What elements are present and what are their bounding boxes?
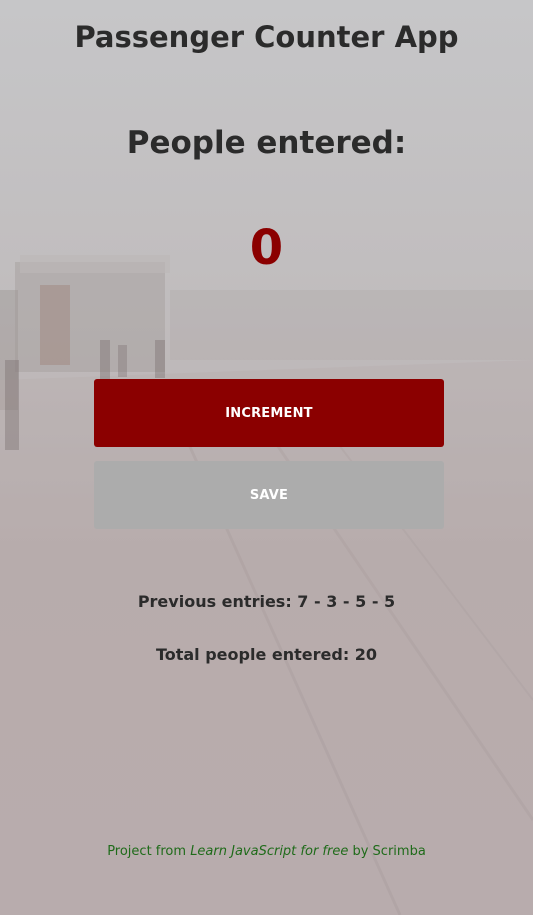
total-people-value: 20 [354,645,378,664]
save-button[interactable]: SAVE [94,461,444,529]
previous-entries: Previous entries: 7 - 3 - 5 - 5 [0,592,533,611]
total-people: Total people entered: 20 [0,645,533,664]
previous-entries-value: 7 - 3 - 5 - 5 [297,592,396,611]
increment-button[interactable]: INCREMENT [94,379,444,447]
app-title: Passenger Counter App [74,20,459,54]
count-display: 0 [249,220,284,276]
footer-credit: Project from Learn JavaScript for free b… [0,844,533,859]
course-link[interactable]: Learn JavaScript for free [190,844,348,859]
footer-suffix: by Scrimba [348,844,426,859]
footer-prefix: Project from [107,844,191,859]
previous-entries-label: Previous entries: [137,592,292,611]
people-entered-heading: People entered: [126,125,407,161]
total-people-label: Total people entered: [155,645,350,664]
